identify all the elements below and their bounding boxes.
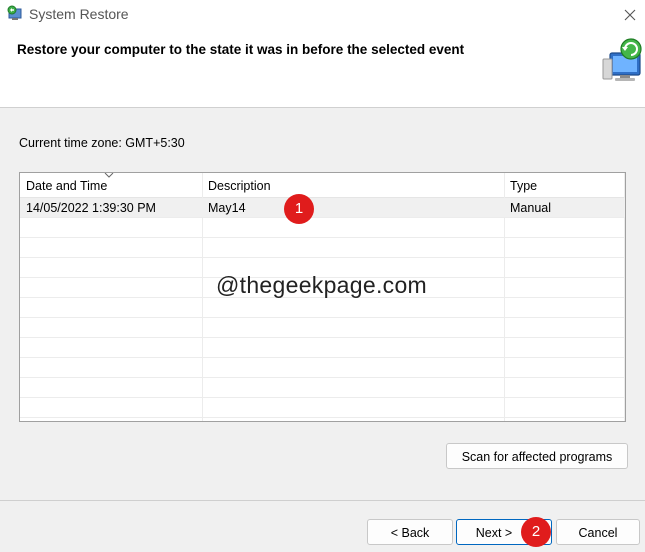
wizard-header: Restore your computer to the state it wa… xyxy=(0,30,645,108)
empty-row xyxy=(20,398,625,418)
column-header-label: Date and Time xyxy=(26,179,108,193)
close-button[interactable] xyxy=(615,0,645,30)
scan-affected-programs-button[interactable]: Scan for affected programs xyxy=(446,443,628,469)
step-badge-2: 2 xyxy=(521,517,551,547)
empty-row xyxy=(20,298,625,318)
list-header: Date and Time Description Type xyxy=(20,173,625,198)
empty-row xyxy=(20,218,625,238)
column-header-label: Type xyxy=(510,179,538,193)
empty-row xyxy=(20,358,625,378)
window-title: System Restore xyxy=(29,6,129,22)
close-icon xyxy=(624,9,636,21)
sort-descending-icon xyxy=(104,173,114,178)
cancel-button[interactable]: Cancel xyxy=(556,519,640,545)
time-zone-label: Current time zone: GMT+5:30 xyxy=(19,136,185,150)
empty-row xyxy=(20,238,625,258)
title-bar: System Restore xyxy=(0,0,645,30)
footer-divider xyxy=(0,500,645,501)
watermark-text: @thegeekpage.com xyxy=(216,272,428,298)
system-restore-illustration-icon xyxy=(602,38,642,81)
system-restore-icon xyxy=(7,5,22,20)
column-header-date[interactable]: Date and Time xyxy=(20,173,202,197)
page-heading: Restore your computer to the state it wa… xyxy=(17,42,465,57)
empty-row xyxy=(20,378,625,398)
column-header-description[interactable]: Description xyxy=(202,173,504,197)
cell-date: 14/05/2022 1:39:30 PM xyxy=(26,201,156,215)
column-header-type[interactable]: Type xyxy=(504,173,625,197)
column-header-label: Description xyxy=(208,179,271,193)
back-button[interactable]: < Back xyxy=(367,519,453,545)
next-button-label: Next > xyxy=(475,526,513,540)
table-row[interactable]: 14/05/2022 1:39:30 PM May14 Manual xyxy=(20,198,625,218)
cell-type: Manual xyxy=(510,201,551,215)
cell-description: May14 xyxy=(208,201,246,215)
empty-row xyxy=(20,338,625,358)
empty-row xyxy=(20,318,625,338)
step-badge-1: 1 xyxy=(284,194,314,224)
